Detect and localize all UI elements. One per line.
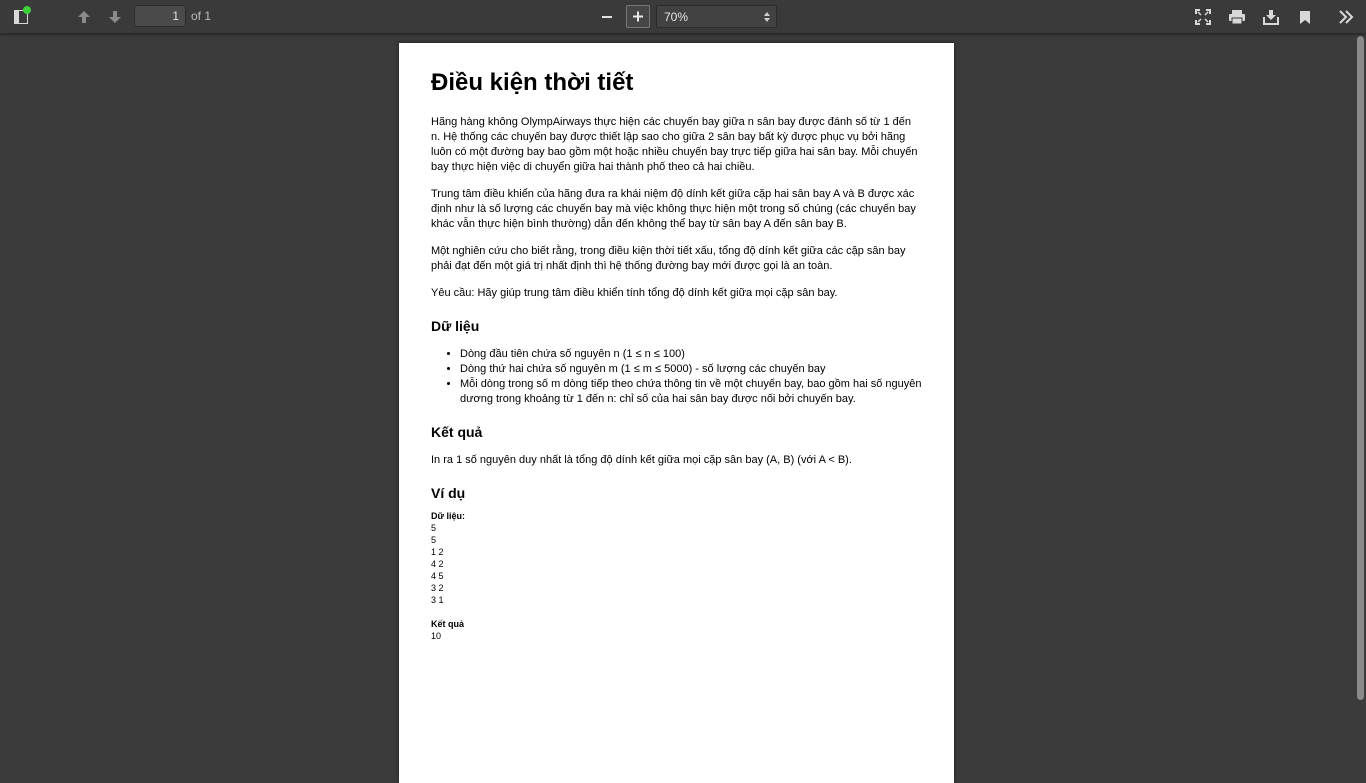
pdf-page: Điều kiện thời tiết Hãng hàng không Olym…: [399, 43, 954, 783]
paragraph-requirement: Yêu cầu: Hãy giúp trung tâm điều khiển t…: [431, 287, 838, 299]
list-item: Mỗi dòng trong số m dòng tiếp theo chứa …: [460, 377, 923, 407]
paragraph-intro: Hãng hàng không OlympAirways thực hiện c…: [431, 116, 918, 173]
presentation-mode-icon[interactable]: [1190, 5, 1216, 29]
paragraph-definition: Trung tâm điều khiển của hãng đưa ra khá…: [431, 188, 916, 230]
page-content: Điều kiện thời tiết Hãng hàng không Olym…: [431, 67, 923, 642]
zoom-select[interactable]: 70%: [656, 5, 777, 28]
sample-input-line: 5: [431, 535, 437, 545]
sample-input-label: Dữ liệu:: [431, 511, 466, 521]
sample-input-line: 3 1: [431, 595, 444, 605]
page-number-input[interactable]: 1: [134, 5, 186, 27]
heading-output: Kết quả: [431, 424, 483, 440]
zoom-out-icon[interactable]: [594, 5, 620, 29]
next-page-icon[interactable]: [102, 5, 128, 29]
heading-input: Dữ liệu: [431, 318, 480, 334]
scrollbar[interactable]: [1355, 34, 1366, 768]
print-icon[interactable]: [1224, 5, 1250, 29]
download-icon[interactable]: [1258, 5, 1284, 29]
paragraph-research: Một nghiên cứu cho biết rằng, trong điều…: [431, 245, 906, 272]
scrollbar-thumb[interactable]: [1357, 36, 1364, 700]
sample-input-line: 4 2: [431, 559, 444, 569]
list-item: Dòng thứ hai chứa số nguyên m (1 ≤ m ≤ 5…: [460, 362, 923, 377]
heading-example: Ví dụ: [431, 485, 466, 501]
sample-output-label: Kết quả: [431, 619, 465, 629]
zoom-in-icon: [633, 11, 643, 22]
sample-input-line: 3 2: [431, 583, 444, 593]
zoom-value: 70%: [664, 10, 689, 24]
paragraph-output: In ra 1 số nguyên duy nhất là tổng độ dí…: [431, 454, 852, 466]
select-arrows-icon: [764, 12, 770, 22]
bookmark-icon[interactable]: [1292, 5, 1318, 29]
sample-output-line: 10: [431, 631, 442, 641]
page-total-label: of 1: [191, 9, 212, 23]
pdf-toolbar: 1 of 1 70%: [0, 0, 1366, 34]
previous-page-icon[interactable]: [71, 5, 97, 29]
page-title: Điều kiện thời tiết: [431, 69, 634, 96]
zoom-in-button[interactable]: [626, 5, 650, 28]
sample-input-line: 5: [431, 523, 437, 533]
list-item: Dòng đầu tiên chứa số nguyên n (1 ≤ n ≤ …: [460, 347, 923, 362]
input-list: Dòng đầu tiên chứa số nguyên n (1 ≤ n ≤ …: [431, 347, 923, 407]
more-tools-icon[interactable]: [1333, 5, 1359, 29]
notification-dot: [23, 6, 31, 14]
sample-input-line: 4 5: [431, 571, 444, 581]
sample-input-line: 1 2: [431, 547, 444, 557]
